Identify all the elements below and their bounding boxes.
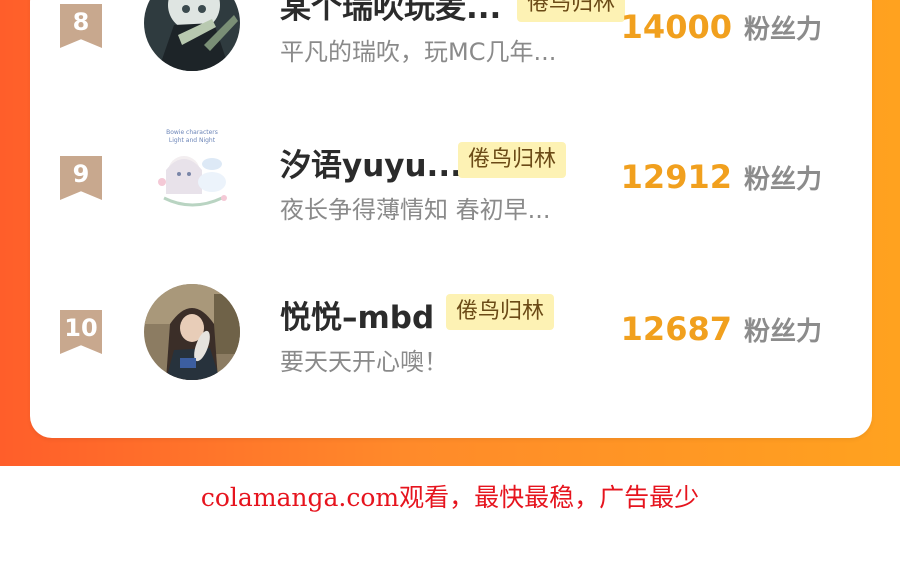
rank-badge: 10 [60,310,102,354]
user-signature: 夜长争得薄情知 春初早... [280,196,551,224]
avatar[interactable] [144,284,240,380]
user-name[interactable]: 汐语yuyu... [280,140,462,185]
svg-text:Bowie characters: Bowie characters [166,129,218,136]
rank-badge: 9 [60,156,102,200]
fans-power: 14000 粉丝力 [621,8,822,46]
fans-count: 14000 [620,8,732,46]
fans-power: 12912 粉丝力 [621,158,822,196]
leaderboard-banner: 8 某个瑞吹玩麦... 倦鸟归林 平凡的瑞吹，玩MC几年... 14000 粉丝… [0,0,900,466]
leaderboard-card: 8 某个瑞吹玩麦... 倦鸟归林 平凡的瑞吹，玩MC几年... 14000 粉丝… [30,0,872,438]
user-name[interactable]: 悦悦–mbd [280,292,434,337]
user-signature: 平凡的瑞吹，玩MC几年... [280,38,557,66]
user-name[interactable]: 某个瑞吹玩麦... [280,0,501,27]
fans-count: 12687 [620,310,732,348]
avatar-image: Bowie characters Light and Night [144,120,240,216]
fans-unit-label: 粉丝力 [743,317,822,347]
list-item[interactable]: 8 某个瑞吹玩麦... 倦鸟归林 平凡的瑞吹，玩MC几年... 14000 粉丝… [30,0,872,90]
group-tag: 倦鸟归林 [517,0,626,22]
avatar-image [144,0,240,71]
list-item[interactable]: 10 悦悦–mbd 倦鸟归林 要天天开心噢！ 12687 粉丝力 [30,284,872,396]
avatar[interactable] [144,0,240,71]
group-tag: 倦鸟归林 [458,142,567,178]
fans-power: 12687 粉丝力 [621,310,822,348]
footer-watermark-text: colamanga.com观看，最快最稳，广告最少 [200,483,700,512]
fans-unit-label: 粉丝力 [743,165,822,195]
fans-unit-label: 粉丝力 [743,15,822,45]
fans-count: 12912 [620,158,732,196]
list-item[interactable]: 9 Bowie characters Light and Night 汐语yuy… [30,120,872,244]
group-tag: 倦鸟归林 [446,294,555,330]
avatar-image [144,284,240,380]
avatar[interactable]: Bowie characters Light and Night [144,120,240,216]
user-signature: 要天天开心噢！ [280,348,448,376]
svg-text:Light and Night: Light and Night [169,137,216,144]
rank-badge: 8 [60,4,102,48]
